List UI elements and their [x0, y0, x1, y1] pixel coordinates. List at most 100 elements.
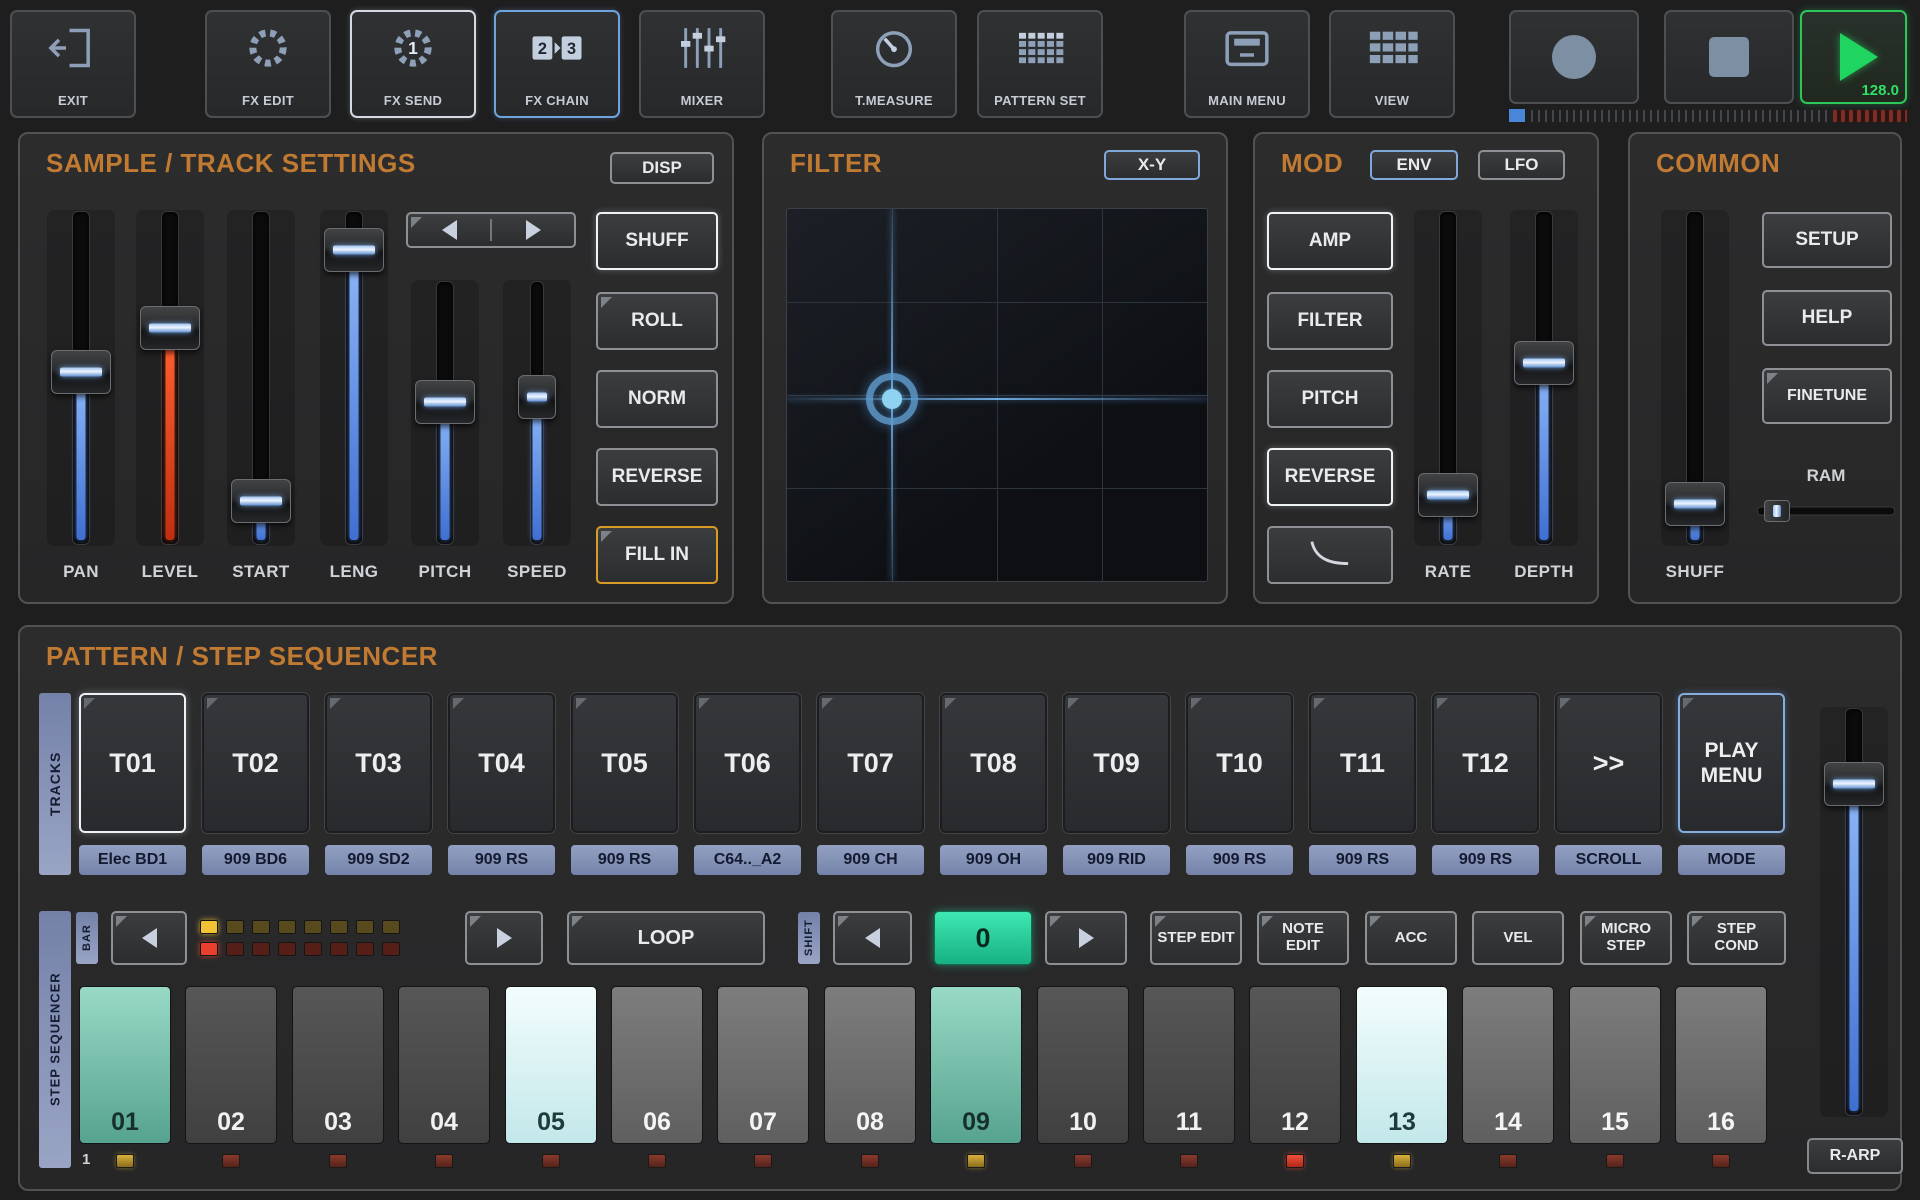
pattern-set-button[interactable]: PATTERN SET: [977, 10, 1103, 118]
step-04[interactable]: 04: [398, 986, 490, 1144]
play-menu-tile[interactable]: PLAY MENU: [1678, 693, 1785, 833]
slider-pitch[interactable]: PITCH: [408, 280, 482, 582]
step-12[interactable]: 12: [1249, 986, 1341, 1144]
track-tile-t07[interactable]: T07: [817, 693, 924, 833]
slider-rate[interactable]: RATE: [1411, 210, 1485, 582]
mod-tab-lfo[interactable]: LFO: [1478, 150, 1565, 180]
main-menu-button[interactable]: MAIN MENU: [1184, 10, 1310, 118]
view-button[interactable]: VIEW: [1329, 10, 1455, 118]
sample-next-button[interactable]: [492, 214, 574, 246]
slider-pan-handle[interactable]: [51, 350, 111, 394]
setup-button[interactable]: SETUP: [1762, 212, 1892, 268]
mod-amp-button[interactable]: AMP: [1267, 212, 1393, 270]
step-09[interactable]: 09: [930, 986, 1022, 1144]
track-tile-t10[interactable]: T10: [1186, 693, 1293, 833]
mod-reverse-button[interactable]: REVERSE: [1267, 448, 1393, 506]
fx-send-button[interactable]: FX SEND: [350, 10, 476, 118]
slider-depth-track: [1507, 210, 1581, 546]
track-tile-t05[interactable]: T05: [571, 693, 678, 833]
slider-speed-handle[interactable]: [518, 375, 556, 419]
step-cond-button[interactable]: STEP COND: [1687, 911, 1786, 965]
bpm-display: 128.0: [1861, 82, 1899, 99]
slider-pitch-handle[interactable]: [415, 380, 475, 424]
pattern-side-slider[interactable]: [1817, 707, 1891, 1153]
shuff-button[interactable]: SHUFF: [596, 212, 718, 270]
scroll-tile[interactable]: >>: [1555, 693, 1662, 833]
note-edit-button[interactable]: NOTE EDIT: [1257, 911, 1349, 965]
track-tile-t01[interactable]: T01: [79, 693, 186, 833]
reverse-button[interactable]: REVERSE: [596, 448, 718, 506]
fill-in-button[interactable]: FILL IN: [596, 526, 718, 584]
track-tile-t03[interactable]: T03: [325, 693, 432, 833]
slider-common-shuff-handle[interactable]: [1665, 482, 1725, 526]
fx-edit-button[interactable]: FX EDIT: [205, 10, 331, 118]
fx-chain-button[interactable]: FX CHAIN: [494, 10, 620, 118]
step-10[interactable]: 10: [1037, 986, 1129, 1144]
step-13[interactable]: 13: [1356, 986, 1448, 1144]
slider-depth[interactable]: DEPTH: [1507, 210, 1581, 582]
step-08[interactable]: 08: [824, 986, 916, 1144]
acc-button[interactable]: ACC: [1365, 911, 1457, 965]
pattern-side-slider-handle[interactable]: [1824, 762, 1884, 806]
track-tile-t04[interactable]: T04: [448, 693, 555, 833]
slider-leng[interactable]: LENG: [317, 210, 391, 582]
track-tile-t11[interactable]: T11: [1309, 693, 1416, 833]
exit-button[interactable]: EXIT: [10, 10, 136, 118]
mod-tab-env[interactable]: ENV: [1370, 150, 1458, 180]
mixer-button[interactable]: MIXER: [639, 10, 765, 118]
step-14[interactable]: 14: [1462, 986, 1554, 1144]
step-02[interactable]: 02: [185, 986, 277, 1144]
bar-prev-button[interactable]: [111, 911, 187, 965]
shift-prev-button[interactable]: [833, 911, 912, 965]
t-measure-button[interactable]: T.MEASURE: [831, 10, 957, 118]
ram-slider-handle[interactable]: [1764, 500, 1790, 522]
micro-step-button[interactable]: MICRO STEP: [1580, 911, 1672, 965]
loop-button[interactable]: LOOP: [567, 911, 765, 965]
step-01[interactable]: 01: [79, 986, 171, 1144]
help-button[interactable]: HELP: [1762, 290, 1892, 346]
track-tile-t09[interactable]: T09: [1063, 693, 1170, 833]
step-05[interactable]: 05: [505, 986, 597, 1144]
track-tile-t08[interactable]: T08: [940, 693, 1047, 833]
mod-filter-button[interactable]: FILTER: [1267, 292, 1393, 350]
step-11[interactable]: 11: [1143, 986, 1235, 1144]
track-tile-t06[interactable]: T06: [694, 693, 801, 833]
slider-pan[interactable]: PAN: [44, 210, 118, 582]
shift-next-button[interactable]: [1045, 911, 1127, 965]
roll-button[interactable]: ROLL: [596, 292, 718, 350]
track-tile-t12[interactable]: T12: [1432, 693, 1539, 833]
step-07[interactable]: 07: [717, 986, 809, 1144]
ram-slider[interactable]: [1758, 500, 1894, 522]
step-03[interactable]: 03: [292, 986, 384, 1144]
step-16[interactable]: 16: [1675, 986, 1767, 1144]
vel-button[interactable]: VEL: [1472, 911, 1564, 965]
slider-common-shuff[interactable]: SHUFF: [1658, 210, 1732, 582]
record-button[interactable]: [1509, 10, 1639, 104]
step-led-07: [754, 1154, 772, 1168]
xy-pad[interactable]: [786, 208, 1208, 582]
xy-mode-button[interactable]: X-Y: [1104, 150, 1200, 180]
finetune-button[interactable]: FINETUNE: [1762, 368, 1892, 424]
play-button[interactable]: 128.0: [1800, 10, 1907, 104]
step-edit-button[interactable]: STEP EDIT: [1150, 911, 1242, 965]
stop-button[interactable]: [1664, 10, 1794, 104]
mod-pitch-button[interactable]: PITCH: [1267, 370, 1393, 428]
slider-start-handle[interactable]: [231, 479, 291, 523]
bar-next-button[interactable]: [465, 911, 543, 965]
slider-speed[interactable]: SPEED: [500, 280, 574, 582]
step-06[interactable]: 06: [611, 986, 703, 1144]
slider-start[interactable]: START: [224, 210, 298, 582]
shift-value-display[interactable]: 0: [934, 911, 1032, 965]
track-tile-t02[interactable]: T02: [202, 693, 309, 833]
norm-button[interactable]: NORM: [596, 370, 718, 428]
mod-decay-curve-button[interactable]: [1267, 526, 1393, 584]
slider-leng-handle[interactable]: [324, 228, 384, 272]
disp-button[interactable]: DISP: [610, 152, 714, 184]
xy-cursor[interactable]: [866, 373, 918, 425]
step-15[interactable]: 15: [1569, 986, 1661, 1144]
slider-level[interactable]: LEVEL: [133, 210, 207, 582]
slider-level-handle[interactable]: [140, 306, 200, 350]
slider-depth-handle[interactable]: [1514, 341, 1574, 385]
sample-prev-button[interactable]: [408, 214, 490, 246]
slider-rate-handle[interactable]: [1418, 473, 1478, 517]
